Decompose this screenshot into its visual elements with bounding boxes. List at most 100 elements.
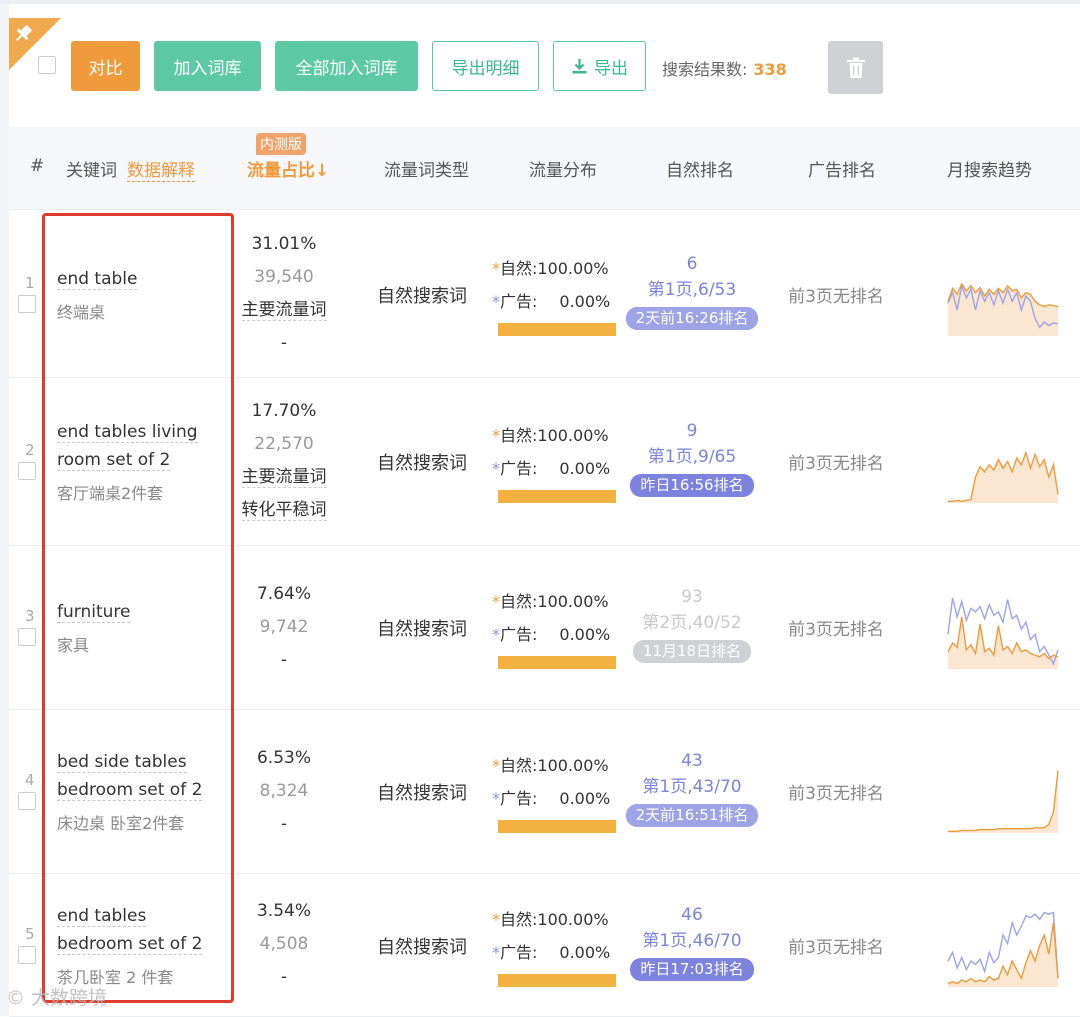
rank-number: 46: [681, 904, 703, 925]
trend-area: [948, 770, 1058, 833]
traffic-share-cell: 17.70% 22,570 主要流量词 转化平稳词: [220, 395, 348, 527]
rank-time-badge[interactable]: 2天前16:51排名: [625, 804, 759, 827]
rank-number: 93: [681, 587, 703, 607]
row-checkbox[interactable]: [18, 792, 36, 810]
rank-page: 第1页,43/70: [642, 777, 742, 797]
organic-share: 自然:100.00%: [500, 425, 609, 445]
traffic-share-cell: 6.53% 8,324 -: [220, 742, 348, 841]
row-index: 1: [25, 273, 35, 292]
add-to-library-label: 加入词库: [173, 58, 242, 79]
trend-area: [948, 617, 1058, 669]
col-traffic-dist-header: 流量分布: [529, 161, 597, 181]
rank-time-badge[interactable]: 昨日17:03排名: [630, 957, 754, 981]
col-traffic-share-header[interactable]: 流量占比↓: [247, 156, 329, 181]
ad-star-icon: *: [492, 625, 500, 644]
organic-rank-cell: 46 第1页,46/70 昨日17:03排名: [616, 903, 768, 981]
organic-share: 自然:100.00%: [500, 592, 609, 611]
traffic-share-pct: 7.64%: [256, 583, 311, 604]
row-checkbox[interactable]: [18, 945, 36, 964]
keyword-tag[interactable]: 转化平稳词: [241, 499, 327, 521]
row-index: 2: [25, 440, 35, 459]
ad-share-label: 广告:: [500, 942, 538, 962]
monthly-trend-sparkline[interactable]: [944, 421, 1062, 507]
left-gutter: [0, 4, 9, 1016]
traffic-distribution: *自然:100.00% *广告: 0.00%: [492, 252, 622, 318]
ad-rank: 前3页无排名: [788, 453, 884, 474]
export-label: 导出: [594, 58, 628, 79]
search-volume: 9,742: [259, 616, 309, 637]
ad-share-label: 广告:: [500, 458, 538, 478]
rank-time-badge[interactable]: 11月18日排名: [632, 640, 752, 663]
monthly-trend-sparkline[interactable]: [944, 254, 1062, 340]
ad-star-icon: *: [492, 789, 500, 808]
add-all-label: 全部加入词库: [295, 58, 398, 79]
keyword-header-label: 关键词: [66, 161, 117, 181]
monthly-trend-sparkline[interactable]: [944, 751, 1062, 837]
organic-star-icon: *: [492, 258, 500, 278]
keyword-tag[interactable]: 主要流量词: [241, 299, 327, 321]
monthly-trend-sparkline[interactable]: [944, 587, 1062, 673]
rank-time-badge[interactable]: 昨日16:56排名: [630, 473, 754, 497]
traffic-dist-bar: [498, 820, 616, 833]
ad-star-icon: *: [492, 458, 500, 478]
rank-page: 第1页,6/53: [647, 279, 737, 300]
compare-button-label: 对比: [88, 58, 123, 79]
row-checkbox[interactable]: [18, 628, 36, 646]
traffic-share-cell: 31.01% 39,540 主要流量词 -: [220, 228, 348, 360]
ad-share-label: 广告:: [500, 291, 538, 311]
row-index: 4: [25, 771, 35, 789]
data-explain-link[interactable]: 数据解释: [127, 161, 195, 182]
ad-share-label: 广告:: [500, 625, 538, 644]
ad-rank: 前3页无排名: [788, 937, 884, 958]
traffic-distribution: *自然:100.00% *广告: 0.00%: [492, 419, 622, 485]
extra-value: -: [280, 813, 288, 834]
delete-button[interactable]: [828, 41, 883, 94]
export-detail-button[interactable]: 导出明细: [432, 41, 539, 91]
traffic-distribution: *自然:100.00% *广告: 0.00%: [492, 749, 622, 815]
trash-icon: [846, 57, 865, 78]
row-checkbox[interactable]: [18, 461, 36, 480]
organic-rank-cell: 9 第1页,9/65 昨日16:56排名: [616, 419, 768, 497]
extra-value: -: [280, 967, 288, 987]
export-detail-label: 导出明细: [451, 58, 520, 79]
traffic-share-pct: 31.01%: [251, 233, 317, 254]
col-index-header: #: [30, 156, 45, 176]
search-volume: 8,324: [259, 780, 309, 801]
watermark: © 大数跨境: [6, 987, 108, 1009]
traffic-share-pct: 6.53%: [256, 747, 311, 768]
row-checkbox[interactable]: [18, 294, 36, 313]
ad-star-icon: *: [492, 942, 500, 962]
extra-value: -: [280, 649, 288, 670]
ad-share-value: 0.00%: [559, 625, 611, 644]
ad-share-value: 0.00%: [559, 789, 611, 808]
traffic-share-cell: 3.54% 4,508 -: [220, 895, 348, 994]
keyword-type: 自然搜索词: [377, 783, 467, 804]
ad-star-icon: *: [492, 291, 500, 311]
keyword-type: 自然搜索词: [377, 452, 467, 474]
ad-share-label: 广告:: [500, 789, 538, 808]
add-all-to-library-button[interactable]: 全部加入词库: [275, 41, 418, 91]
organic-share: 自然:100.00%: [500, 756, 609, 775]
add-to-library-button[interactable]: 加入词库: [154, 41, 261, 91]
organic-rank-cell: 43 第1页,43/70 2天前16:51排名: [616, 749, 768, 827]
keyword-tag[interactable]: 主要流量词: [241, 466, 327, 488]
search-volume: 39,540: [254, 266, 314, 287]
organic-star-icon: *: [492, 756, 500, 775]
col-keyword-header: 关键词 数据解释: [66, 156, 195, 182]
traffic-share-cell: 7.64% 9,742 -: [220, 578, 348, 677]
select-all-checkbox[interactable]: [38, 56, 56, 74]
trend-area: [948, 922, 1058, 987]
keyword-type: 自然搜索词: [377, 619, 467, 640]
export-button[interactable]: 导出: [553, 41, 646, 91]
search-result-summary: 搜索结果数: 338: [662, 56, 787, 80]
compare-button[interactable]: 对比: [71, 41, 140, 91]
search-volume: 22,570: [254, 433, 314, 454]
trend-line-search: [948, 770, 1059, 832]
row-index: 5: [25, 924, 35, 943]
monthly-trend-sparkline[interactable]: [944, 905, 1062, 991]
ad-share-value: 0.00%: [559, 291, 611, 311]
organic-rank-cell: 93 第2页,40/52 11月18日排名: [616, 585, 768, 663]
download-icon: [572, 58, 587, 73]
organic-share: 自然:100.00%: [500, 909, 609, 929]
rank-time-badge[interactable]: 2天前16:26排名: [625, 306, 759, 330]
